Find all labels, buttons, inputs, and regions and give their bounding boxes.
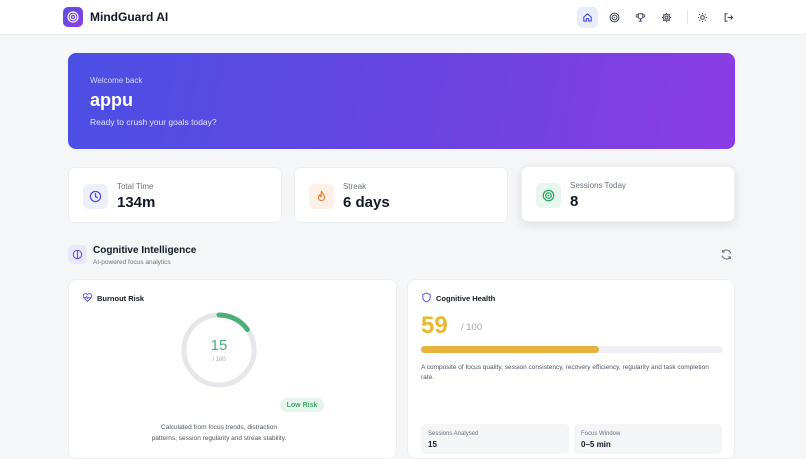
stat-label: Total Time [117, 182, 154, 191]
nav-home-button[interactable] [577, 7, 598, 28]
stat-value: 8 [570, 193, 579, 210]
stat-card-streak: Streak 6 days [294, 167, 508, 223]
mini-value: 0–5 min [581, 440, 611, 449]
sessions-analysed-card: Sessions Analysed 15 [421, 424, 569, 454]
app-title: MindGuard AI [90, 10, 169, 24]
target-icon [609, 12, 620, 23]
top-nav-bar: MindGuard AI [0, 0, 806, 35]
health-description: A composite of focus quality, session co… [421, 364, 709, 381]
cognitive-health-panel: Cognitive Health 59 / 100 A composite of… [407, 279, 735, 459]
nav-achievements-button[interactable] [630, 7, 651, 28]
target-icon [536, 183, 561, 208]
burnout-risk-panel: Burnout Risk 15 / 100 Low Risk Calculate… [68, 279, 397, 459]
stat-card-total-time: Total Time 134m [68, 167, 282, 223]
app-logo[interactable] [63, 7, 83, 27]
welcome-text: Welcome back [90, 76, 143, 85]
home-icon [583, 13, 592, 22]
shield-icon [422, 292, 431, 303]
burnout-score: 15 [210, 337, 228, 354]
user-name: appu [90, 90, 133, 110]
logout-icon [724, 13, 734, 22]
stat-value: 6 days [343, 194, 390, 211]
panel-title: Cognitive Health [436, 294, 496, 303]
panel-title: Burnout Risk [97, 294, 145, 303]
sun-icon [697, 12, 708, 23]
mini-value: 15 [428, 440, 437, 449]
section-title: Cognitive Intelligence [93, 245, 197, 256]
stat-value: 134m [117, 194, 156, 211]
stat-card-sessions-today: Sessions Today 8 [521, 166, 735, 222]
health-progress-fill [421, 346, 600, 353]
trophy-icon [635, 13, 646, 22]
section-subtitle: AI-powered focus analytics [93, 259, 171, 266]
stat-label: Streak [343, 182, 367, 191]
gear-icon [661, 12, 672, 23]
risk-level-badge: Low Risk [280, 398, 324, 412]
flame-icon [309, 184, 334, 209]
health-progress-track [421, 346, 723, 353]
heart-pulse-icon [82, 293, 93, 302]
mini-label: Focus Window [581, 431, 621, 437]
target-icon [67, 11, 79, 23]
logout-button[interactable] [718, 7, 739, 28]
theme-toggle-button[interactable] [692, 7, 713, 28]
welcome-banner: Welcome back appu Ready to crush your go… [68, 53, 735, 149]
clock-icon [83, 184, 108, 209]
health-score-max: / 100 [461, 322, 483, 333]
burnout-description: Calculated from focus trends, distractio… [151, 424, 287, 442]
nav-settings-button[interactable] [656, 7, 677, 28]
brain-icon [68, 245, 87, 264]
mini-label: Sessions Analysed [428, 431, 479, 437]
refresh-icon[interactable] [720, 248, 733, 261]
stat-label: Sessions Today [570, 181, 626, 190]
burnout-score-max: / 100 [212, 357, 226, 363]
health-score: 59 [421, 312, 448, 339]
tagline: Ready to crush your goals today? [90, 117, 217, 127]
nav-divider [687, 10, 688, 24]
focus-window-card: Focus Window 0–5 min [574, 424, 722, 454]
nav-focus-button[interactable] [604, 7, 625, 28]
